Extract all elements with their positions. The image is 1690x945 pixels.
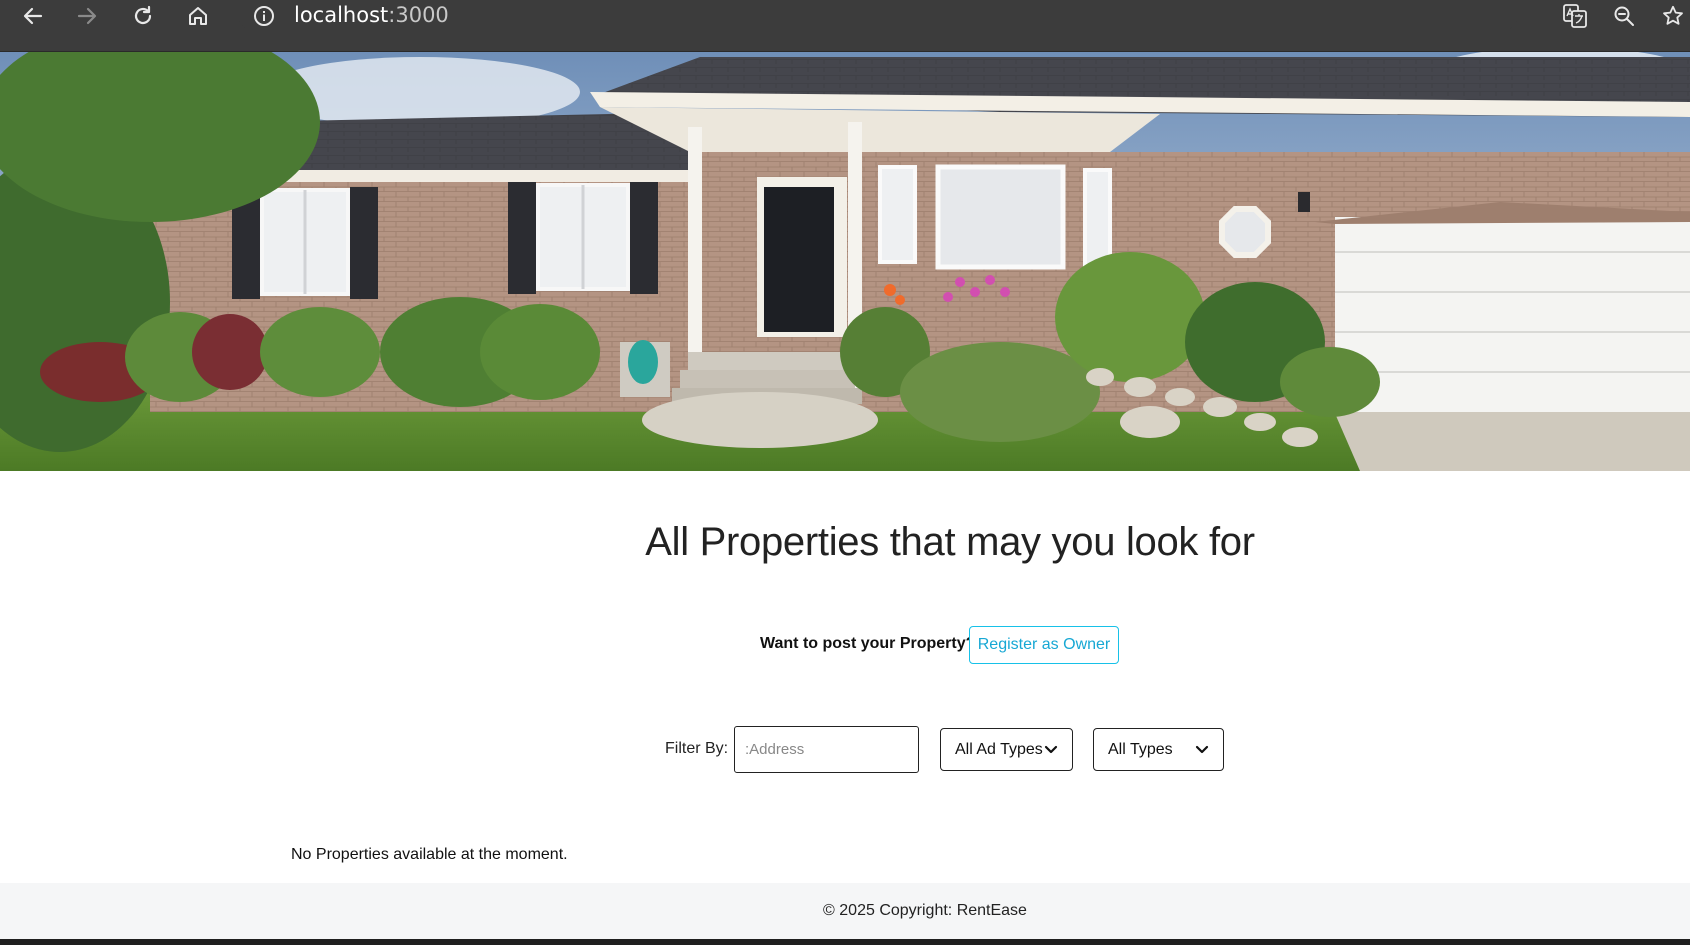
footer: © 2025 Copyright: RentEase <box>0 883 1690 939</box>
chevron-down-icon <box>1195 745 1209 753</box>
url-text[interactable]: localhost:3000 <box>294 3 449 27</box>
register-owner-button[interactable]: Register as Owner <box>969 626 1119 664</box>
forward-arrow-icon <box>77 7 97 25</box>
ad-type-select-value: All Ad Types <box>955 740 1043 758</box>
type-select-value: All Types <box>1108 740 1173 758</box>
filter-label: Filter By: <box>665 740 729 757</box>
url-host: localhost <box>294 3 389 27</box>
reload-button[interactable] <box>122 0 164 32</box>
translate-icon <box>1563 4 1587 28</box>
browser-toolbar: localhost:3000 <box>0 0 1690 52</box>
home-button[interactable] <box>177 0 219 32</box>
site-info-icon[interactable] <box>252 4 276 28</box>
empty-state-message: No Properties available at the moment. <box>291 846 568 863</box>
type-select[interactable]: All Types <box>1093 728 1224 771</box>
bookmark-button[interactable] <box>1656 1 1690 31</box>
forward-button[interactable] <box>66 0 108 32</box>
window-bottom-edge <box>0 939 1690 945</box>
hero-carousel[interactable] <box>0 52 1690 471</box>
url-port: :3000 <box>388 3 449 27</box>
zoom-button[interactable] <box>1607 1 1641 31</box>
home-icon <box>189 7 207 25</box>
bookmark-star-icon <box>1663 5 1683 25</box>
back-arrow-icon <box>23 7 43 25</box>
reload-icon <box>134 5 152 25</box>
address-bar[interactable]: localhost:3000 <box>238 0 1518 32</box>
translate-button[interactable] <box>1558 1 1592 31</box>
copyright-text: © 2025 Copyright: RentEase <box>823 902 1027 919</box>
zoom-icon <box>1614 6 1634 26</box>
page-title: All Properties that may you look for <box>645 520 1255 564</box>
filter-bar: Filter By: All Ad Types All Types <box>0 726 1690 774</box>
owner-prompt: Want to post your Property? <box>760 635 976 652</box>
owner-cta: Want to post your Property? Register as … <box>0 626 1690 664</box>
house-image <box>0 52 1690 471</box>
back-button[interactable] <box>12 0 54 32</box>
ad-type-select[interactable]: All Ad Types <box>940 728 1073 771</box>
chevron-down-icon <box>1044 745 1058 753</box>
address-filter-input[interactable] <box>734 726 919 773</box>
